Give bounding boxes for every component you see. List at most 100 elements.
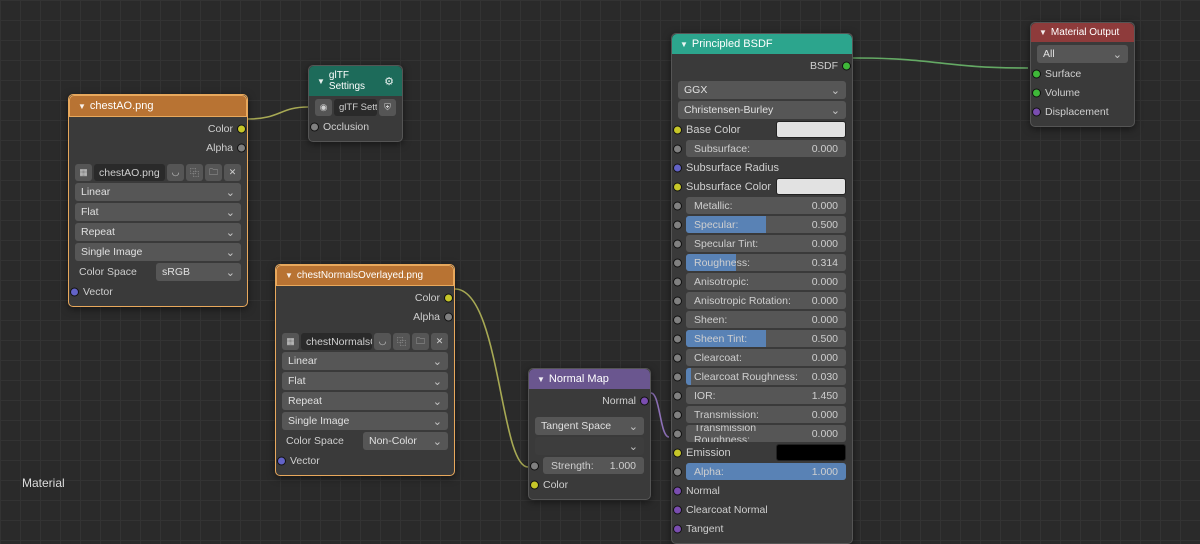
image-selector[interactable]: ▦ chestNormalsOv.. ◡ ⿻ 🗀 ✕	[282, 333, 448, 350]
collapse-icon[interactable]: ▼	[1039, 28, 1047, 37]
sheen-tint-input[interactable]: Sheen Tint:0.500	[678, 330, 846, 347]
clearcoat-normal-input: Clearcoat Normal	[678, 501, 846, 518]
normal-map-node[interactable]: ▼ Normal Map Normal Tangent Space Streng…	[528, 368, 651, 500]
colorspace-dropdown[interactable]: Non-Color	[363, 432, 448, 450]
specular-input[interactable]: Specular:0.500	[678, 216, 846, 233]
collapse-icon[interactable]: ▼	[285, 271, 293, 280]
principled-bsdf-node[interactable]: ▼ Principled BSDF BSDF GGX Christensen-B…	[671, 33, 853, 544]
uvmap-dropdown[interactable]	[535, 437, 644, 455]
clearcoat-input[interactable]: Clearcoat:0.000	[678, 349, 846, 366]
group-name[interactable]: glTF Setti..	[334, 99, 377, 116]
node-header[interactable]: ▼ chestAO.png	[69, 95, 247, 117]
sphere-icon[interactable]: ◉	[315, 99, 332, 116]
nodegroup-selector[interactable]: ◉ glTF Setti.. ⛨	[315, 99, 396, 116]
image-icon[interactable]: ▦	[75, 164, 92, 181]
base-color-swatch[interactable]	[776, 121, 846, 138]
subsurface-input[interactable]: Subsurface:0.000	[678, 140, 846, 157]
projection-dropdown[interactable]: Flat	[282, 372, 448, 390]
source-dropdown[interactable]: Single Image	[282, 412, 448, 430]
alpha-output: Alpha	[75, 139, 241, 156]
alpha-socket[interactable]	[444, 312, 453, 321]
normal-socket[interactable]	[640, 396, 649, 405]
filename-field[interactable]: chestNormalsOv..	[301, 333, 372, 350]
node-header[interactable]: ▼ chestNormalsOverlayed.png	[276, 265, 454, 286]
shield-icon[interactable]: ⛨	[379, 99, 396, 116]
node-header[interactable]: ▼ Normal Map	[529, 369, 650, 389]
surface-socket[interactable]	[1032, 69, 1041, 78]
duplicate-icon[interactable]: ⿻	[186, 164, 203, 181]
gltf-settings-node[interactable]: ▼ glTF Settings ⚙ ◉ glTF Setti.. ⛨ Occlu…	[308, 65, 403, 142]
interpolation-dropdown[interactable]: Linear	[282, 352, 448, 370]
collapse-icon[interactable]: ▼	[78, 102, 86, 111]
extension-dropdown[interactable]: Repeat	[75, 223, 241, 241]
open-icon[interactable]: 🗀	[412, 333, 429, 350]
image-icon[interactable]: ▦	[282, 333, 299, 350]
source-dropdown[interactable]: Single Image	[75, 243, 241, 261]
displacement-input: Displacement	[1037, 103, 1128, 120]
strength-input[interactable]: Strength:1.000	[535, 457, 644, 474]
bsdf-output: BSDF	[678, 57, 846, 74]
emission-swatch[interactable]	[776, 444, 846, 461]
transmission-roughness-input[interactable]: Transmission Roughness:0.000	[678, 425, 846, 442]
vector-socket[interactable]	[70, 287, 79, 296]
alpha-input[interactable]: Alpha:1.000	[678, 463, 846, 480]
volume-input: Volume	[1037, 84, 1128, 101]
bsdf-socket[interactable]	[842, 61, 851, 70]
node-header[interactable]: ▼ glTF Settings ⚙	[309, 66, 402, 96]
remove-icon[interactable]: ✕	[224, 164, 241, 181]
material-output-node[interactable]: ▼ Material Output All Surface Volume Dis…	[1030, 22, 1135, 127]
color-socket[interactable]	[444, 293, 453, 302]
space-dropdown[interactable]: Tangent Space	[535, 417, 644, 435]
ior-input[interactable]: IOR:1.450	[678, 387, 846, 404]
collapse-icon[interactable]: ▼	[317, 77, 325, 86]
alpha-socket[interactable]	[237, 143, 246, 152]
anisotropic-rotation-input[interactable]: Anisotropic Rotation:0.000	[678, 292, 846, 309]
color-input: Color	[535, 476, 644, 493]
specular-tint-input[interactable]: Specular Tint:0.000	[678, 235, 846, 252]
occlusion-input: Occlusion	[315, 118, 396, 135]
remove-icon[interactable]: ✕	[431, 333, 448, 350]
strength-socket[interactable]	[530, 461, 539, 470]
color-socket[interactable]	[530, 480, 539, 489]
normal-socket[interactable]	[673, 486, 682, 495]
collapse-icon[interactable]: ▼	[537, 375, 545, 384]
sss-method-dropdown[interactable]: Christensen-Burley	[678, 101, 846, 119]
node-header[interactable]: ▼ Principled BSDF	[672, 34, 852, 54]
filename-field[interactable]: chestAO.png	[94, 164, 165, 181]
color-socket[interactable]	[237, 124, 246, 133]
transmission-input[interactable]: Transmission:0.000	[678, 406, 846, 423]
emission-input[interactable]: Emission	[678, 444, 846, 461]
alpha-output: Alpha	[282, 308, 448, 325]
target-dropdown[interactable]: All	[1037, 45, 1128, 63]
subsurface-color-input[interactable]: Subsurface Color	[678, 178, 846, 195]
sheen-input[interactable]: Sheen:0.000	[678, 311, 846, 328]
collapse-icon[interactable]: ▼	[680, 40, 688, 49]
image-texture-chestAO-node[interactable]: ▼ chestAO.png Color Alpha ▦ chestAO.png …	[68, 94, 248, 307]
metallic-input[interactable]: Metallic:0.000	[678, 197, 846, 214]
anisotropic-input[interactable]: Anisotropic:0.000	[678, 273, 846, 290]
extension-dropdown[interactable]: Repeat	[282, 392, 448, 410]
image-texture-chestNormals-node[interactable]: ▼ chestNormalsOverlayed.png Color Alpha …	[275, 264, 455, 476]
distribution-dropdown[interactable]: GGX	[678, 81, 846, 99]
node-title: chestNormalsOverlayed.png	[297, 270, 423, 281]
image-selector[interactable]: ▦ chestAO.png ◡ ⿻ 🗀 ✕	[75, 164, 241, 181]
subsurface-radius-input[interactable]: Subsurface Radius	[678, 159, 846, 176]
vector-input: Vector	[282, 452, 448, 469]
colorspace-dropdown[interactable]: sRGB	[156, 263, 241, 281]
open-icon[interactable]: 🗀	[205, 164, 222, 181]
material-name-label: Material	[22, 476, 65, 490]
colorspace-label: Color Space	[286, 435, 344, 447]
occlusion-socket[interactable]	[310, 122, 319, 131]
unlink-icon[interactable]: ◡	[374, 333, 391, 350]
roughness-input[interactable]: Roughness:0.314	[678, 254, 846, 271]
vector-socket[interactable]	[277, 456, 286, 465]
node-options-icon[interactable]: ⚙	[384, 75, 394, 88]
interpolation-dropdown[interactable]: Linear	[75, 183, 241, 201]
node-header[interactable]: ▼ Material Output	[1031, 23, 1134, 42]
unlink-icon[interactable]: ◡	[167, 164, 184, 181]
clearcoat-roughness-input[interactable]: Clearcoat Roughness:0.030	[678, 368, 846, 385]
duplicate-icon[interactable]: ⿻	[393, 333, 410, 350]
sss-color-swatch[interactable]	[776, 178, 846, 195]
projection-dropdown[interactable]: Flat	[75, 203, 241, 221]
base-color-input[interactable]: Base Color	[678, 121, 846, 138]
